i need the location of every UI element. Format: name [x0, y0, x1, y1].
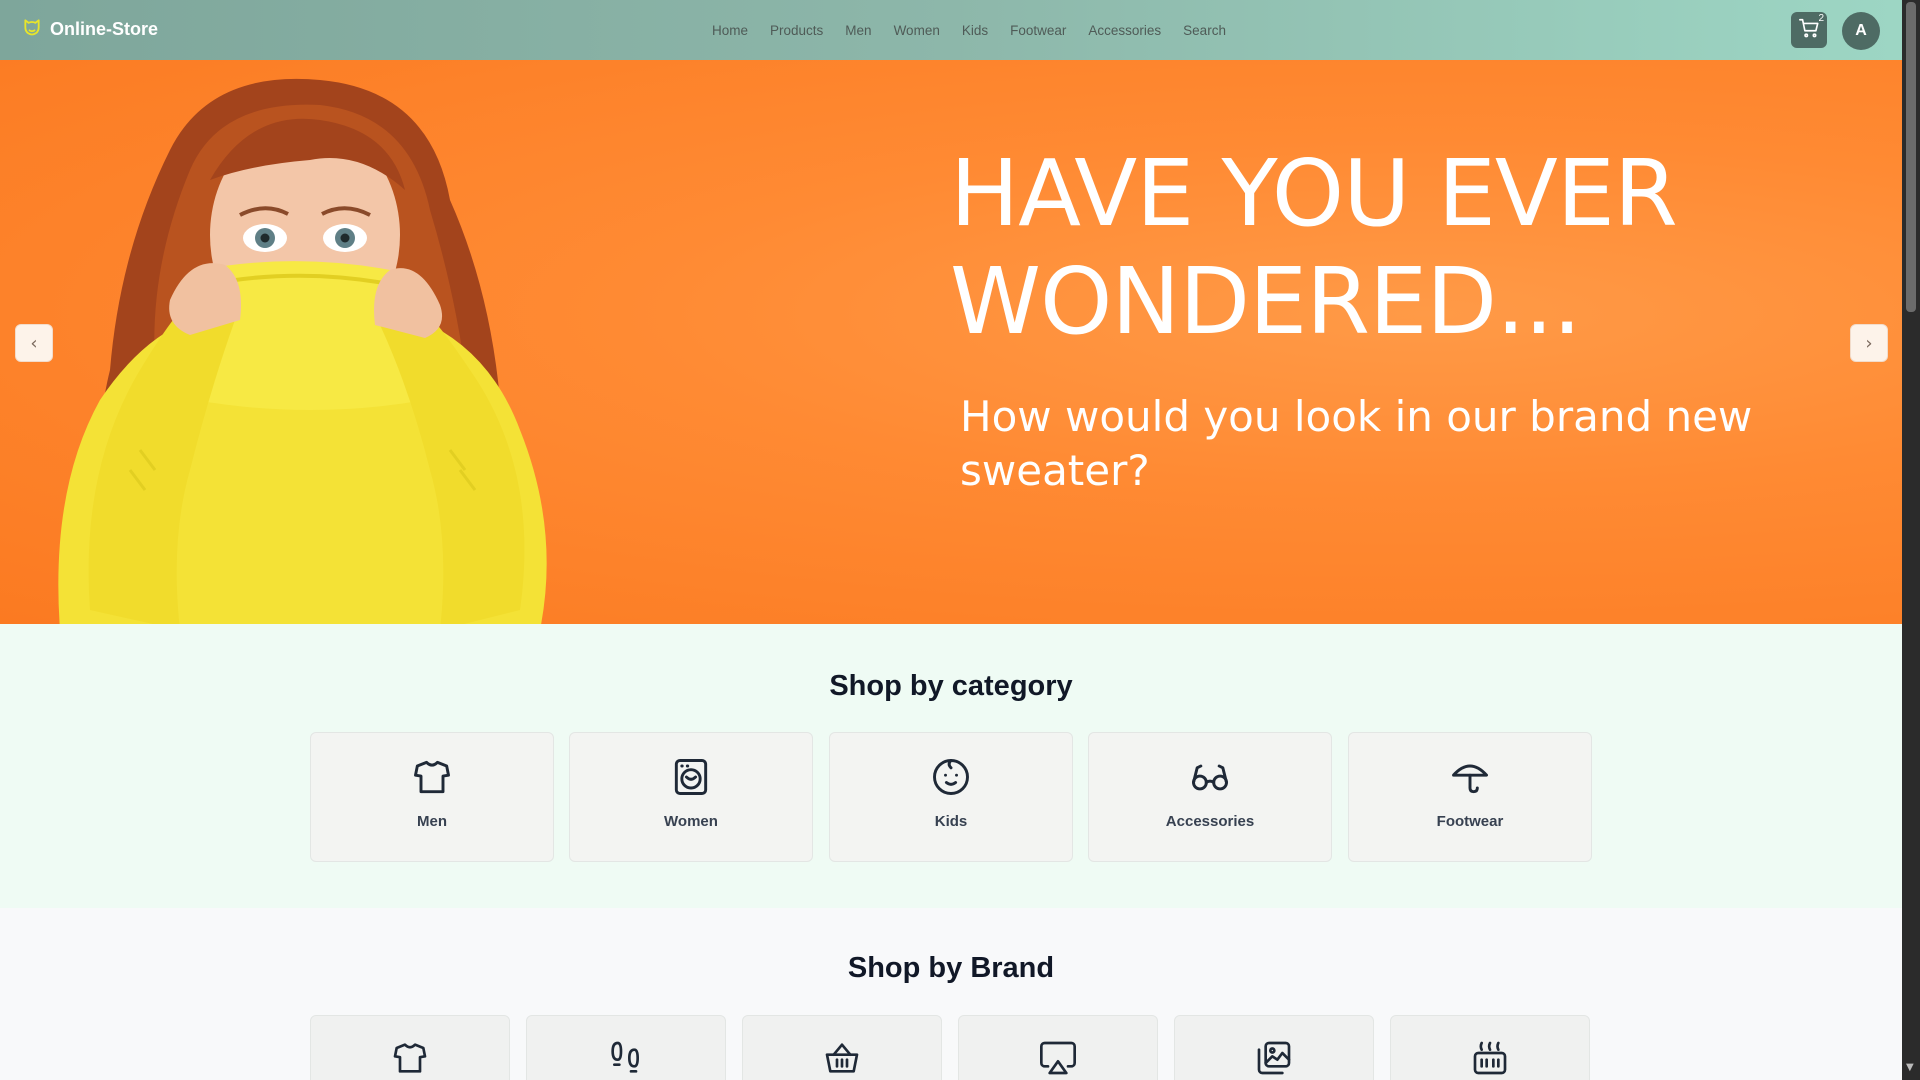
- brand-logo-link[interactable]: Online-Store: [22, 17, 158, 42]
- cart-count-badge: 2: [1818, 13, 1824, 24]
- image-gallery-icon: [1254, 1038, 1294, 1078]
- airplay-icon: [1038, 1038, 1078, 1078]
- carousel-next-button[interactable]: ›: [1850, 324, 1888, 362]
- nav-home[interactable]: Home: [712, 23, 748, 38]
- brand-card[interactable]: [1390, 1015, 1590, 1080]
- shirt-icon: [390, 1038, 430, 1078]
- brand-name: Online-Store: [50, 19, 159, 39]
- washing-machine-icon: [669, 755, 713, 799]
- hero-model-image: [58, 78, 547, 624]
- shopping-cart-icon: [1798, 17, 1820, 44]
- grill-icon: [1470, 1038, 1510, 1078]
- carousel-prev-button[interactable]: ‹: [15, 324, 53, 362]
- category-card-men[interactable]: Men: [310, 732, 554, 862]
- hero-carousel: HAVE YOU EVER WONDERED... How would you …: [0, 60, 1902, 624]
- nav-products[interactable]: Products: [770, 23, 823, 38]
- hero-heading-line-2: WONDERED...: [950, 248, 1582, 355]
- shirt-icon: [410, 755, 454, 799]
- hero-heading-line-1: HAVE YOU EVER: [950, 140, 1678, 247]
- nav-search[interactable]: Search: [1183, 23, 1226, 38]
- cart-button[interactable]: 2: [1791, 12, 1827, 48]
- nav-footwear[interactable]: Footwear: [1010, 23, 1066, 38]
- category-section-title: Shop by category: [829, 670, 1073, 702]
- category-label: Women: [664, 813, 718, 830]
- category-label: Footwear: [1436, 813, 1504, 830]
- category-card-women[interactable]: Women: [569, 732, 813, 862]
- page-scrollbar[interactable]: ▼: [1902, 0, 1920, 1080]
- chevron-left-icon: ‹: [30, 332, 38, 354]
- brand-section: Shop by Brand: [0, 908, 1902, 1080]
- brand-card[interactable]: [310, 1015, 510, 1080]
- glasses-icon: [1188, 755, 1232, 799]
- brand-card[interactable]: [742, 1015, 942, 1080]
- footprints-icon: [606, 1038, 646, 1078]
- nav-kids[interactable]: Kids: [962, 23, 988, 38]
- brand-card[interactable]: [526, 1015, 726, 1080]
- brand-card[interactable]: [1174, 1015, 1374, 1080]
- scrollbar-thumb[interactable]: [1906, 2, 1916, 312]
- hero-subheading: How would you look in our brand new swea…: [960, 392, 1753, 495]
- category-section: Shop by category Men Women Kids Accessor…: [0, 624, 1902, 908]
- baby-face-icon: [929, 755, 973, 799]
- navbar: Online-Store Home Products Men Women Kid…: [0, 0, 1902, 60]
- chevron-right-icon: ›: [1865, 332, 1873, 354]
- category-card-accessories[interactable]: Accessories: [1088, 732, 1332, 862]
- brand-card[interactable]: [958, 1015, 1158, 1080]
- basket-icon: [822, 1038, 862, 1078]
- category-label: Men: [417, 813, 447, 830]
- umbrella-icon: [1448, 755, 1492, 799]
- category-card-footwear[interactable]: Footwear: [1348, 732, 1592, 862]
- scroll-down-arrow-icon[interactable]: ▼: [1906, 1062, 1914, 1073]
- category-label: Kids: [934, 813, 968, 830]
- category-card-kids[interactable]: Kids: [829, 732, 1073, 862]
- nav-women[interactable]: Women: [894, 23, 940, 38]
- brand-section-title: Shop by Brand: [847, 952, 1055, 984]
- category-label: Accessories: [1165, 813, 1255, 830]
- hero-heading: HAVE YOU EVER WONDERED...: [950, 140, 1810, 356]
- nav-men[interactable]: Men: [845, 23, 871, 38]
- main-nav: Home Products Men Women Kids Footwear Ac…: [712, 0, 1226, 60]
- cat-shield-icon: [22, 17, 42, 42]
- user-avatar[interactable]: A: [1842, 12, 1880, 50]
- nav-accessories[interactable]: Accessories: [1088, 23, 1161, 38]
